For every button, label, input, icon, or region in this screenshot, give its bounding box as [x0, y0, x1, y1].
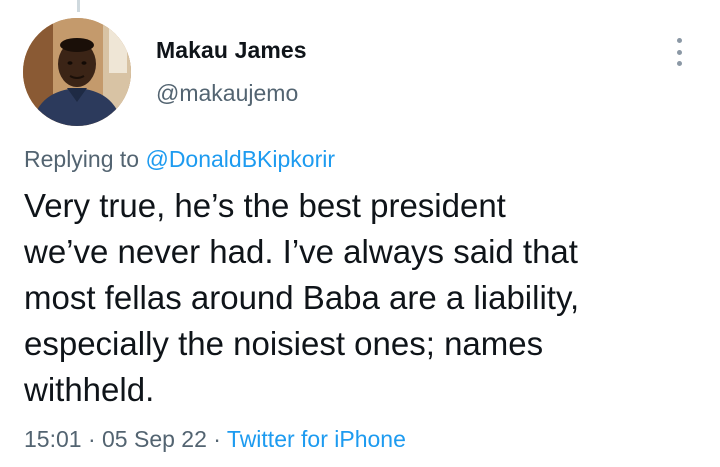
more-vertical-icon [676, 38, 682, 43]
tweet-text-line: withheld. [24, 371, 155, 408]
more-options-button[interactable] [666, 34, 692, 70]
tweet-text-line: especially the noisiest ones; names [24, 325, 544, 362]
more-vertical-icon [676, 49, 682, 55]
tweet-date[interactable]: 05 Sep 22 [102, 426, 207, 452]
avatar-photo-icon [23, 18, 131, 126]
avatar[interactable] [23, 18, 131, 126]
author-name[interactable]: Makau James [156, 37, 307, 64]
meta-separator: · [206, 426, 227, 452]
tweet-text: Very true, he’s the best president we’ve… [24, 183, 704, 413]
tweet-metadata: 15:01 · 05 Sep 22 · Twitter for iPhone [24, 426, 406, 453]
tweet-time[interactable]: 15:01 [24, 426, 82, 452]
tweet-text-line: Very true, he’s the best president [24, 187, 506, 224]
author-handle[interactable]: @makaujemo [156, 80, 298, 107]
tweet-text-line: we’ve never had. I’ve always said that [24, 233, 578, 270]
replying-to-label: Replying to [24, 146, 146, 172]
tweet-source-link[interactable]: Twitter for iPhone [227, 426, 406, 452]
tweet-text-line: most fellas around Baba are a liability, [24, 279, 580, 316]
replying-to: Replying to @DonaldBKipkorir [24, 146, 335, 173]
reply-mention-link[interactable]: @DonaldBKipkorir [145, 146, 335, 172]
thread-connector-line [77, 0, 80, 12]
more-vertical-icon [676, 61, 682, 66]
meta-separator: · [81, 426, 103, 452]
